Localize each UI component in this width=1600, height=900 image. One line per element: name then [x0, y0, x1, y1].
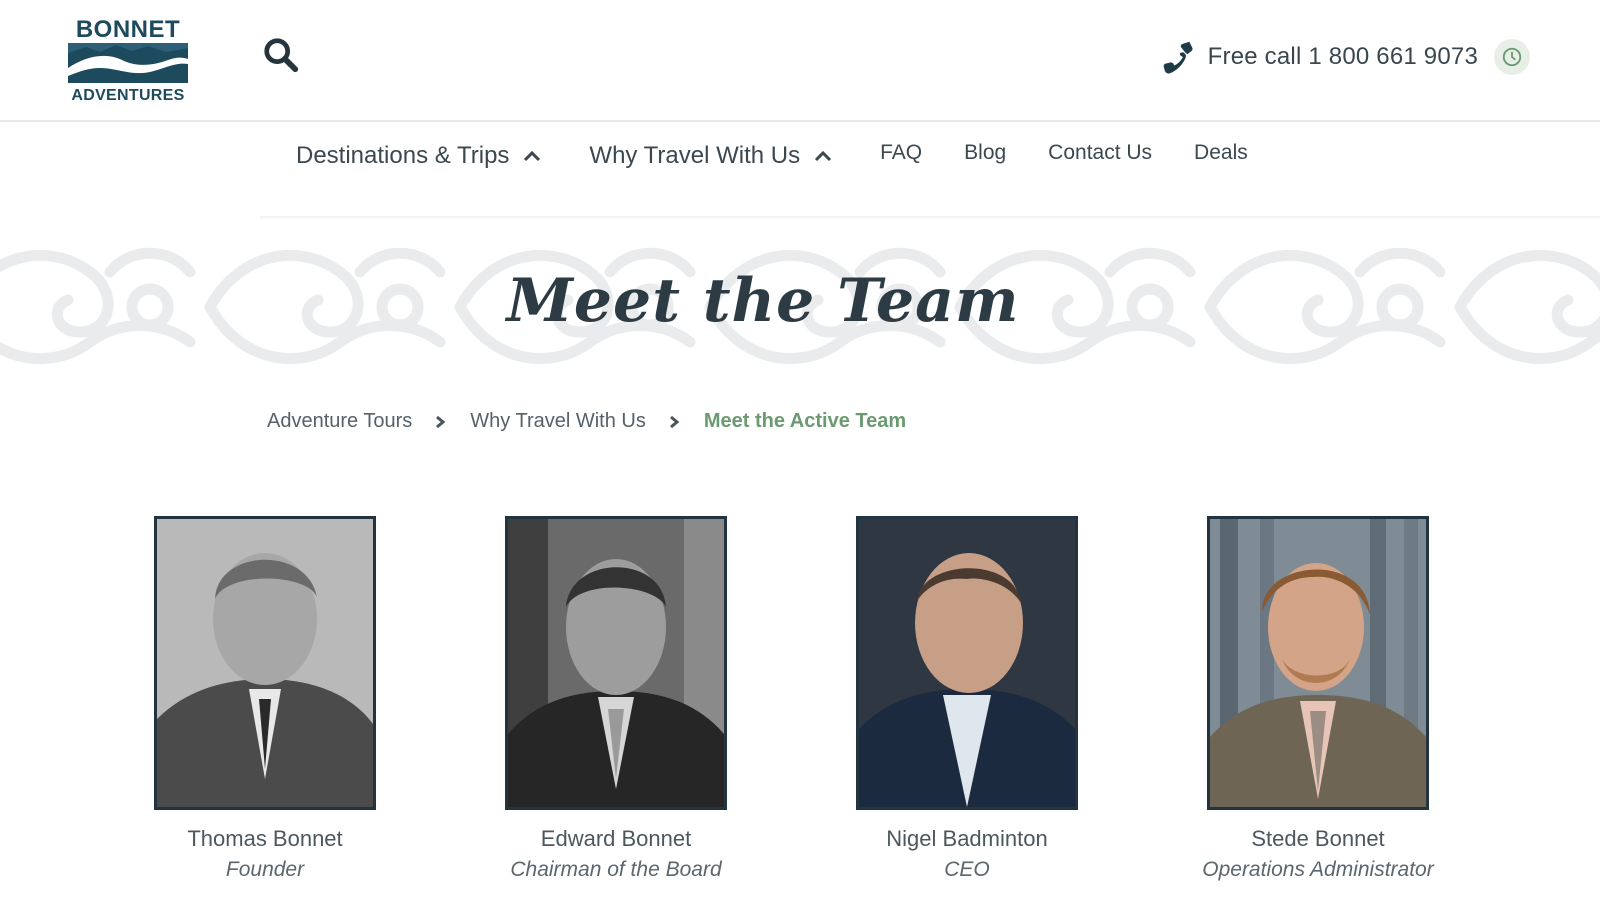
breadcrumb-current: Meet the Active Team: [703, 410, 907, 432]
team-member-card[interactable]: Nigel Badminton CEO: [847, 516, 1087, 882]
breadcrumb-link-why-travel[interactable]: Why Travel With Us: [470, 410, 646, 433]
team-member-card[interactable]: Stede Bonnet Operations Administrator: [1198, 516, 1438, 882]
portrait-image: [508, 519, 724, 807]
nav-item-label: Destinations & Trips: [296, 142, 510, 169]
chevron-up-icon: [815, 150, 832, 162]
team-member-photo[interactable]: [856, 516, 1078, 810]
logo-graphic: BONNET ADVENTURES: [68, 16, 188, 104]
opening-hours-button[interactable]: [1494, 39, 1530, 75]
phone-contact[interactable]: Free call 1 800 661 9073: [1158, 32, 1530, 82]
nav-item-destinations[interactable]: Destinations & Trips: [296, 142, 541, 170]
nav-item-contact[interactable]: Contact Us: [1048, 141, 1152, 165]
nav-item-deals[interactable]: Deals: [1194, 141, 1248, 165]
nav-item-blog[interactable]: Blog: [964, 141, 1006, 165]
breadcrumb-link-adventure-tours[interactable]: Adventure Tours: [267, 410, 412, 433]
team-member-photo[interactable]: [505, 516, 727, 810]
phone-number-text[interactable]: Free call 1 800 661 9073: [1208, 43, 1478, 71]
clock-icon: [1502, 47, 1522, 67]
nav-item-faq[interactable]: FAQ: [880, 141, 922, 165]
breadcrumb: Adventure Tours Why Travel With Us Meet …: [267, 410, 906, 433]
team-member-role: Founder: [225, 858, 305, 881]
team-member-name: Thomas Bonnet: [187, 826, 343, 851]
chevron-right-icon: [669, 415, 680, 428]
nav-list: Destinations & Trips Why Travel With Us …: [296, 141, 1290, 170]
team-member-photo[interactable]: [154, 516, 376, 810]
team-member-role: Operations Administrator: [1202, 858, 1434, 881]
brand-logo[interactable]: BONNET ADVENTURES: [66, 16, 190, 104]
portrait-image: [859, 519, 1075, 807]
chevron-up-icon: [524, 150, 541, 162]
nav-item-label: Why Travel With Us: [589, 142, 801, 169]
team-member-photo[interactable]: [1207, 516, 1429, 810]
nav-item-why-travel[interactable]: Why Travel With Us: [589, 142, 832, 170]
portrait-image: [1210, 519, 1426, 807]
main-navigation: Destinations & Trips Why Travel With Us …: [0, 122, 1600, 220]
search-button[interactable]: [262, 36, 302, 76]
team-member-role: CEO: [944, 858, 990, 881]
logo-bottom-text: ADVENTURES: [71, 87, 184, 104]
team-member-card[interactable]: Thomas Bonnet Founder: [145, 516, 385, 882]
team-member-name: Nigel Badminton: [886, 826, 1048, 851]
search-icon: [264, 38, 299, 73]
page-title: Meet the Team: [506, 266, 1020, 336]
team-member-card[interactable]: Edward Bonnet Chairman of the Board: [496, 516, 736, 882]
portrait-image: [157, 519, 373, 807]
chevron-right-icon: [436, 415, 446, 428]
phone-icon: [1158, 38, 1196, 76]
team-member-name: Edward Bonnet: [540, 826, 692, 851]
logo-top-text: BONNET: [76, 16, 180, 43]
site-header: BONNET ADVENTURES Free call 1 800 661 90…: [0, 0, 1600, 122]
team-member-name: Stede Bonnet: [1251, 826, 1385, 851]
team-member-role: Chairman of the Board: [510, 858, 722, 881]
